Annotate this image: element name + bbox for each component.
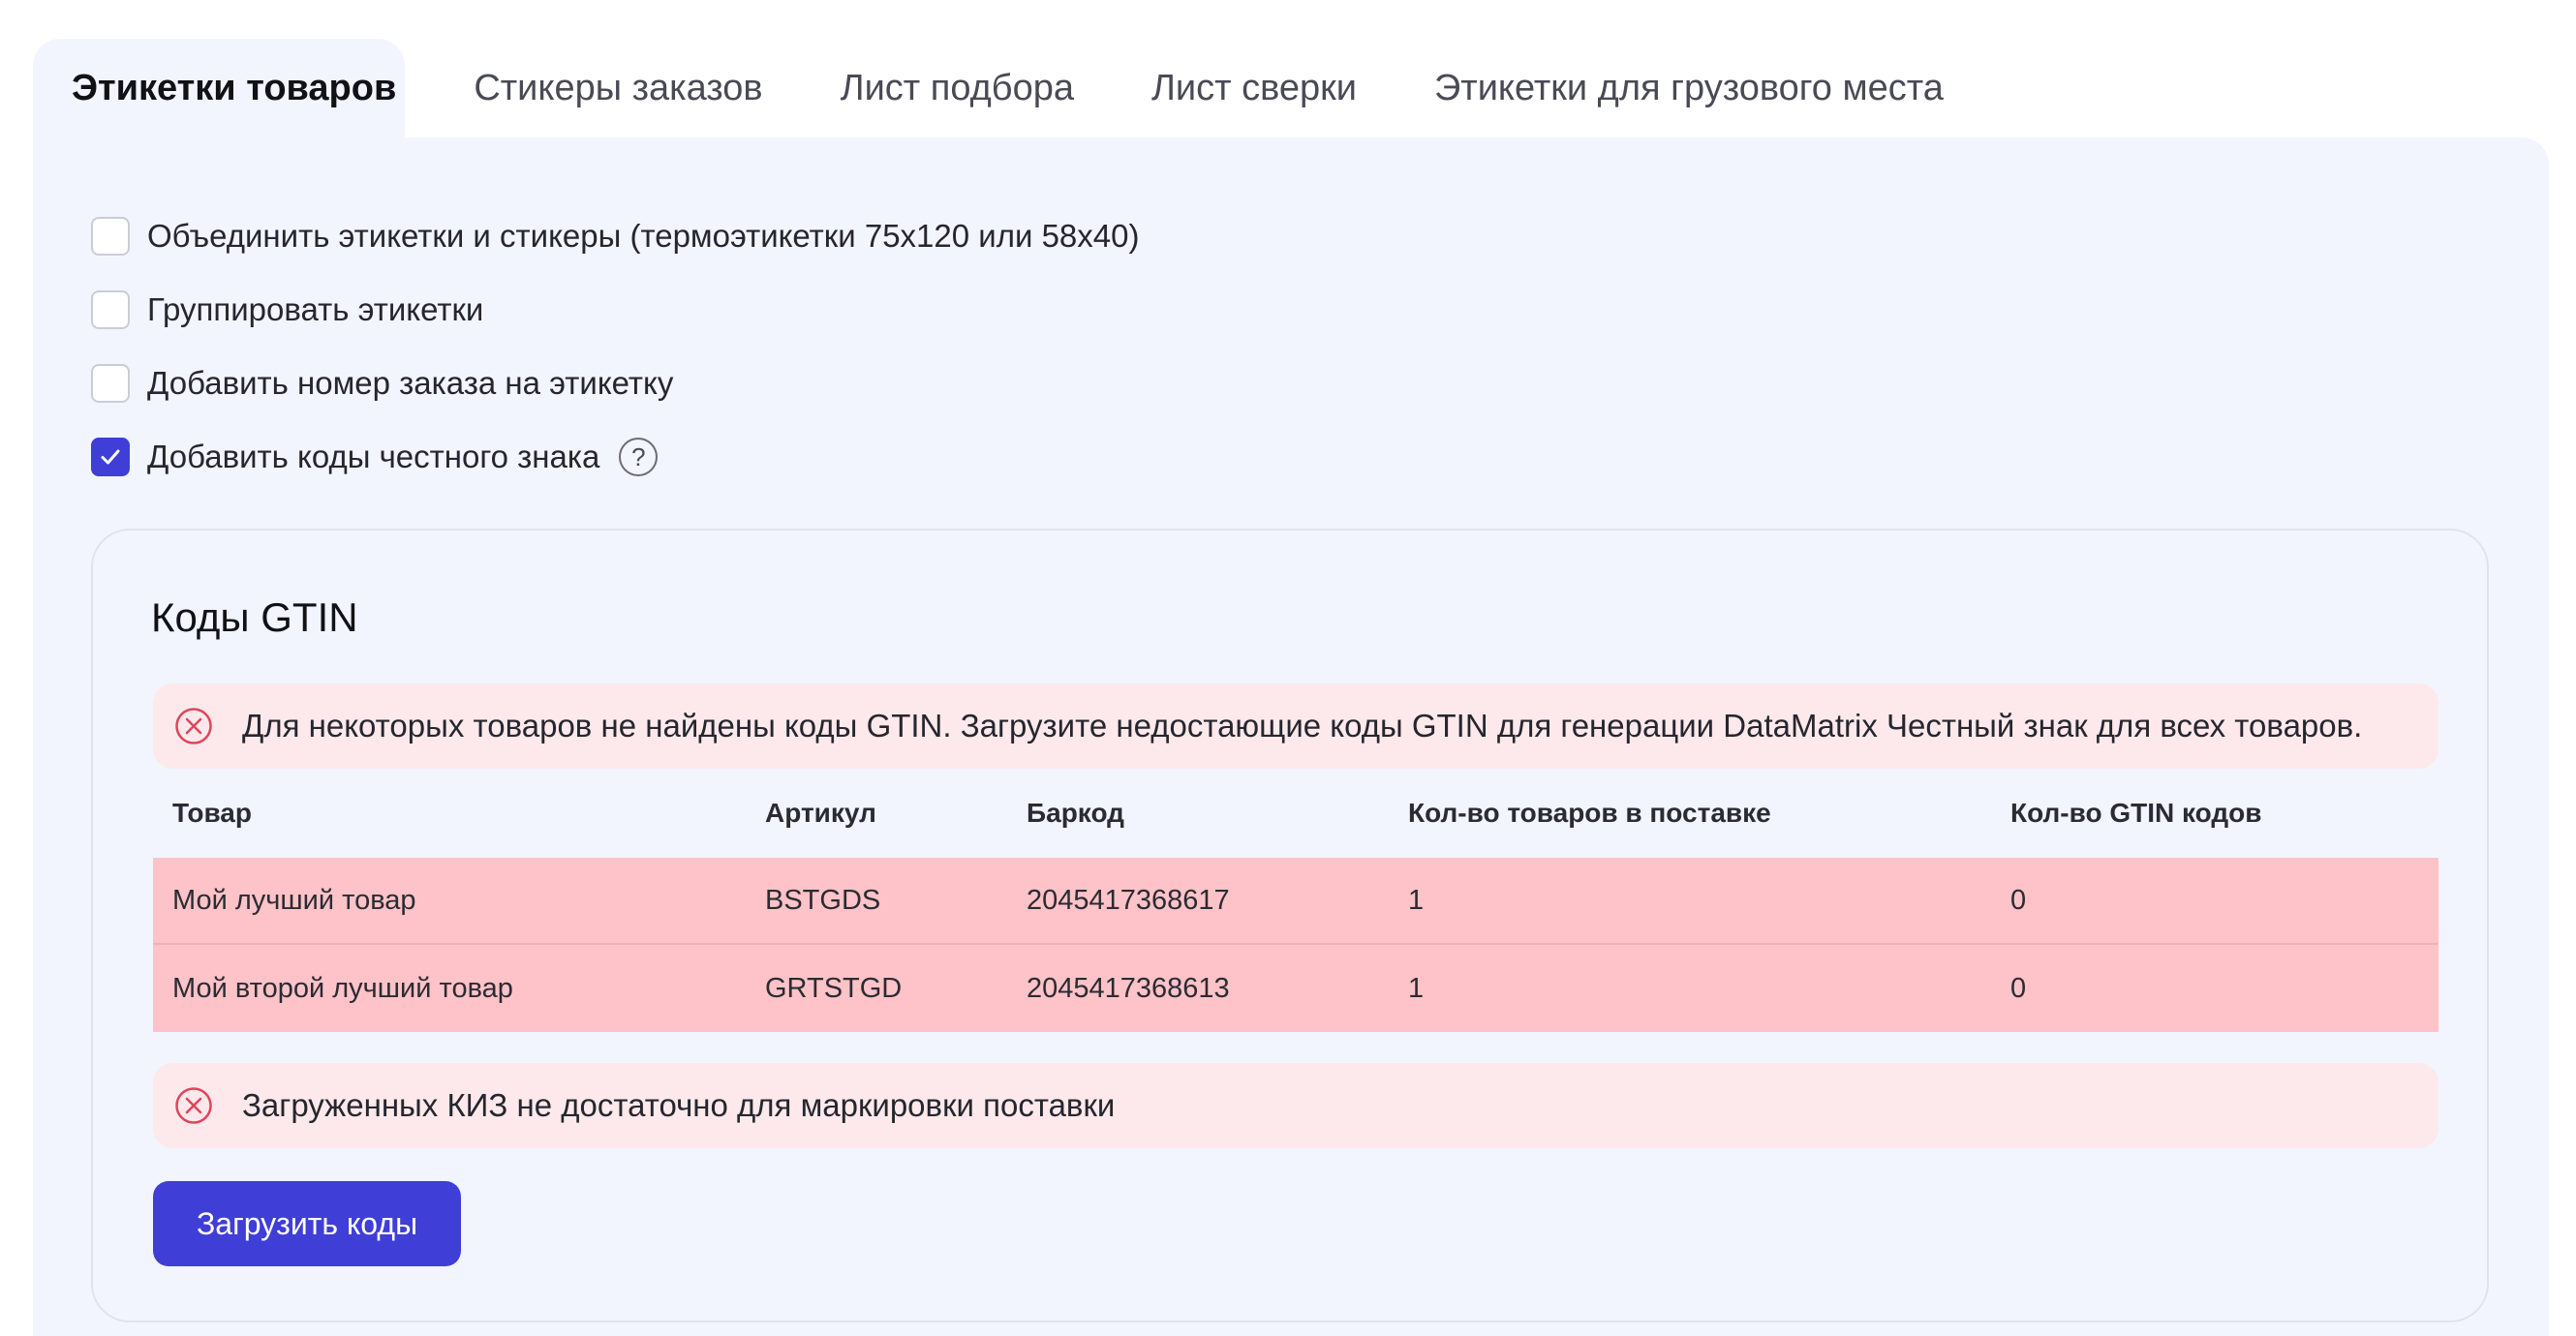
missing-gtin-alert-text: Для некоторых товаров не найдены коды GT… bbox=[242, 708, 2363, 744]
cell-article: GRTSTGD bbox=[765, 972, 903, 1004]
group-labels-checkbox[interactable] bbox=[91, 290, 130, 329]
tab-order-stickers[interactable]: Стикеры заказов bbox=[435, 39, 801, 137]
option-add-honest-sign-codes[interactable]: Добавить коды честного знака ? bbox=[91, 430, 1139, 484]
option-add-order-number[interactable]: Добавить номер заказа на этикетку bbox=[91, 356, 1139, 410]
table-row: Мой лучший товар BSTGDS 2045417368617 1 … bbox=[153, 858, 2438, 945]
add-honest-sign-codes-checkbox[interactable] bbox=[91, 438, 130, 476]
table-header: Товар Артикул Баркод Кол-во товаров в по… bbox=[153, 769, 2438, 858]
missing-gtin-alert: Для некоторых товаров не найдены коды GT… bbox=[153, 683, 2438, 769]
column-header-gtin-count: Кол-во GTIN кодов bbox=[2010, 798, 2262, 828]
help-icon[interactable]: ? bbox=[619, 438, 659, 476]
column-header-article: Артикул bbox=[765, 798, 876, 828]
column-header-barcode: Баркод bbox=[1027, 798, 1124, 828]
cell-gtin-count: 0 bbox=[2010, 884, 2027, 916]
cell-barcode: 2045417368613 bbox=[1027, 972, 1230, 1004]
option-group-labels[interactable]: Группировать этикетки bbox=[91, 283, 1139, 337]
cell-barcode: 2045417368617 bbox=[1027, 884, 1230, 916]
cell-product: Мой лучший товар bbox=[172, 884, 416, 916]
kiz-insufficient-alert: Загруженных КИЗ не достаточно для маркир… bbox=[153, 1063, 2438, 1148]
option-merge-labels[interactable]: Объединить этикетки и стикеры (термоэтик… bbox=[91, 209, 1139, 263]
kiz-insufficient-alert-text: Загруженных КИЗ не достаточно для маркир… bbox=[242, 1087, 1116, 1123]
group-labels-label: Группировать этикетки bbox=[147, 291, 484, 327]
tab-bar: Этикетки товаров Стикеры заказов Лист по… bbox=[33, 39, 1982, 137]
add-order-number-label: Добавить номер заказа на этикетку bbox=[147, 365, 674, 401]
checkmark-icon bbox=[101, 449, 120, 465]
gtin-codes-card: Коды GTIN Для некоторых товаров не найде… bbox=[91, 529, 2489, 1322]
cell-quantity: 1 bbox=[1408, 884, 1425, 916]
cell-product: Мой второй лучший товар bbox=[172, 972, 513, 1004]
column-header-product: Товар bbox=[172, 798, 252, 828]
tab-cargo-labels[interactable]: Этикетки для грузового места bbox=[1395, 39, 1982, 137]
column-header-quantity: Кол-во товаров в поставке bbox=[1408, 798, 1771, 828]
label-options: Объединить этикетки и стикеры (термоэтик… bbox=[91, 209, 1139, 503]
tab-picking-list[interactable]: Лист подбора bbox=[802, 39, 1113, 137]
add-honest-sign-codes-label: Добавить коды честного знака bbox=[147, 439, 600, 474]
cell-article: BSTGDS bbox=[765, 884, 881, 916]
tab-reconciliation-list[interactable]: Лист сверки bbox=[1113, 39, 1395, 137]
error-circle-icon bbox=[175, 1087, 212, 1124]
merge-labels-checkbox[interactable] bbox=[91, 217, 130, 256]
upload-codes-button[interactable]: Загрузить коды bbox=[153, 1181, 461, 1266]
add-order-number-checkbox[interactable] bbox=[91, 364, 130, 403]
cell-gtin-count: 0 bbox=[2010, 972, 2027, 1004]
table-row: Мой второй лучший товар GRTSTGD 20454173… bbox=[153, 945, 2438, 1032]
cell-quantity: 1 bbox=[1408, 972, 1425, 1004]
error-circle-icon bbox=[175, 708, 212, 744]
gtin-card-title: Коды GTIN bbox=[151, 594, 358, 640]
merge-labels-label: Объединить этикетки и стикеры (термоэтик… bbox=[147, 218, 1140, 254]
gtin-table: Товар Артикул Баркод Кол-во товаров в по… bbox=[153, 769, 2438, 1032]
tab-product-labels[interactable]: Этикетки товаров bbox=[33, 39, 435, 137]
